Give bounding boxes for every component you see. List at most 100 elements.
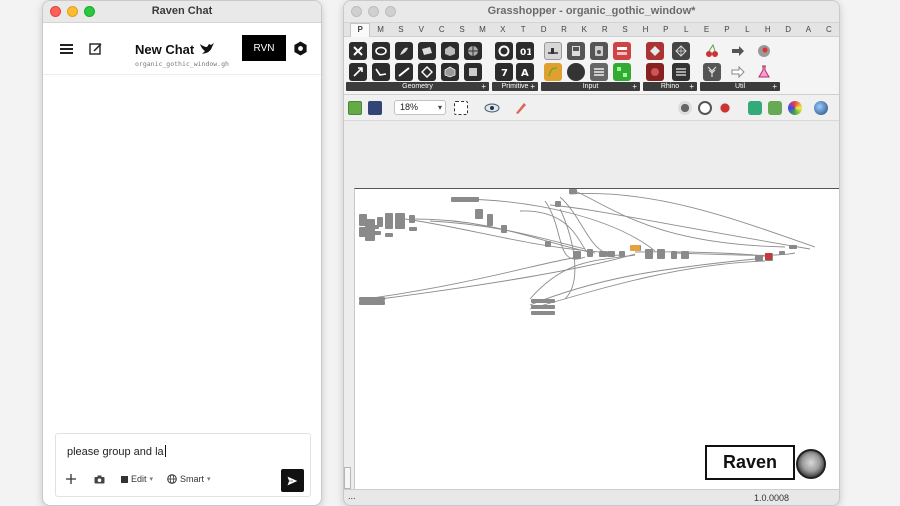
line-icon[interactable] bbox=[395, 63, 413, 81]
menu-icon[interactable] bbox=[60, 44, 73, 54]
boolean-icon[interactable] bbox=[495, 42, 513, 60]
box-icon[interactable] bbox=[441, 63, 459, 81]
toggle-icon[interactable] bbox=[590, 42, 608, 60]
gh-component-node[interactable] bbox=[657, 249, 665, 259]
gh-component-node[interactable] bbox=[385, 233, 393, 237]
curve-icon[interactable] bbox=[372, 63, 390, 81]
gh-component-node[interactable] bbox=[671, 251, 677, 259]
gh-component-node[interactable] bbox=[545, 241, 551, 247]
tab-14[interactable]: H bbox=[635, 25, 655, 34]
tab-3[interactable]: V bbox=[411, 25, 431, 34]
flask-icon[interactable] bbox=[755, 63, 773, 81]
tab-9[interactable]: D bbox=[533, 25, 553, 34]
ribbon-label-input[interactable]: Input + bbox=[541, 82, 640, 91]
arrow-hollow-icon[interactable] bbox=[729, 63, 747, 81]
tab-1[interactable]: M bbox=[370, 25, 390, 34]
rhino-layer-icon[interactable] bbox=[672, 63, 690, 81]
gh-component-node[interactable] bbox=[365, 219, 375, 241]
tab-10[interactable]: R bbox=[554, 25, 574, 34]
gh-component-node[interactable] bbox=[789, 245, 797, 249]
gh-component-node[interactable] bbox=[501, 225, 507, 233]
rhino-object-icon[interactable] bbox=[646, 63, 664, 81]
preview-selected-icon[interactable] bbox=[748, 101, 762, 115]
gh-component-node[interactable] bbox=[487, 214, 493, 226]
preview-color-icon[interactable] bbox=[788, 101, 802, 115]
compose-icon[interactable] bbox=[89, 42, 103, 56]
tab-0[interactable]: P bbox=[350, 22, 371, 37]
ribbon-label-geometry[interactable]: Geometry + bbox=[346, 82, 489, 91]
gh-component-node[interactable] bbox=[475, 209, 483, 219]
gh-component-node[interactable] bbox=[369, 225, 379, 229]
cherry-icon[interactable] bbox=[703, 42, 721, 60]
tab-15[interactable]: P bbox=[656, 25, 676, 34]
gh-component-node[interactable] bbox=[587, 249, 593, 257]
tab-21[interactable]: D bbox=[778, 25, 798, 34]
render-icon[interactable] bbox=[814, 101, 828, 115]
graph-mapper-icon[interactable] bbox=[544, 63, 562, 81]
geometry-icon[interactable] bbox=[464, 63, 482, 81]
rhino-pick-icon[interactable] bbox=[646, 42, 664, 60]
tab-16[interactable]: L bbox=[676, 25, 696, 34]
tab-18[interactable]: P bbox=[717, 25, 737, 34]
gh-component-node[interactable] bbox=[451, 197, 479, 202]
tab-23[interactable]: C bbox=[819, 25, 839, 34]
x-icon[interactable] bbox=[349, 42, 367, 60]
gh-component-node[interactable] bbox=[531, 305, 555, 309]
gh-component-node[interactable] bbox=[645, 249, 653, 259]
save-icon[interactable] bbox=[368, 101, 382, 115]
gh-component-node[interactable] bbox=[395, 213, 405, 229]
arrow-right-icon[interactable] bbox=[729, 42, 747, 60]
tab-22[interactable]: A bbox=[798, 25, 818, 34]
tab-2[interactable]: S bbox=[391, 25, 411, 34]
gh-component-node[interactable] bbox=[531, 311, 555, 315]
vector-icon[interactable] bbox=[349, 63, 367, 81]
brep-icon[interactable] bbox=[441, 42, 459, 60]
panel-icon[interactable] bbox=[567, 42, 585, 60]
gh-component-node[interactable] bbox=[359, 301, 385, 305]
tree-icon[interactable] bbox=[703, 63, 721, 81]
vertical-scrollbar[interactable] bbox=[344, 467, 351, 489]
gh-component-node-selected[interactable] bbox=[630, 245, 640, 251]
gh-component-node[interactable] bbox=[755, 255, 763, 261]
send-button[interactable] bbox=[281, 469, 304, 492]
eye-icon[interactable] bbox=[484, 101, 500, 115]
open-file-icon[interactable] bbox=[348, 101, 362, 115]
tab-11[interactable]: K bbox=[574, 25, 594, 34]
tab-17[interactable]: E bbox=[696, 25, 716, 34]
circle-icon[interactable] bbox=[372, 42, 390, 60]
button-icon[interactable] bbox=[567, 63, 585, 81]
tab-8[interactable]: T bbox=[513, 25, 533, 34]
rhino-mesh-icon[interactable] bbox=[672, 42, 690, 60]
gh-component-node[interactable] bbox=[409, 227, 417, 231]
preview-shaded-icon[interactable] bbox=[718, 101, 732, 115]
sketch-icon[interactable] bbox=[514, 101, 528, 115]
tab-6[interactable]: M bbox=[472, 25, 492, 34]
zoom-extents-icon[interactable] bbox=[454, 101, 468, 115]
text-icon[interactable]: A bbox=[516, 63, 534, 81]
plus-icon[interactable] bbox=[66, 474, 76, 484]
grid-icon[interactable] bbox=[613, 63, 631, 81]
settings-icon[interactable] bbox=[293, 41, 308, 56]
gh-component-node[interactable] bbox=[599, 251, 607, 257]
zoom-select[interactable]: 18% bbox=[394, 100, 446, 115]
model-mode-button[interactable]: Smart ▾ bbox=[167, 474, 211, 484]
ribbon-label-rhino[interactable]: Rhino + bbox=[643, 82, 697, 91]
gh-component-node[interactable] bbox=[531, 299, 555, 303]
plane-icon[interactable] bbox=[418, 42, 436, 60]
chat-input-box[interactable]: please group and la Edit ▾ Smart ▾ bbox=[55, 433, 311, 497]
mesh-icon[interactable] bbox=[464, 42, 482, 60]
tab-19[interactable]: L bbox=[737, 25, 757, 34]
gh-canvas[interactable]: Raven bbox=[344, 125, 839, 491]
camera-icon[interactable] bbox=[94, 475, 105, 484]
number-icon[interactable]: 7 bbox=[495, 63, 513, 81]
tab-7[interactable]: X bbox=[493, 25, 513, 34]
tab-5[interactable]: S bbox=[452, 25, 472, 34]
raven-badge[interactable]: Raven bbox=[705, 445, 795, 480]
gh-component-node[interactable] bbox=[569, 189, 577, 194]
list-icon[interactable] bbox=[590, 63, 608, 81]
gh-component-node[interactable] bbox=[555, 201, 561, 207]
preview-mesh-icon[interactable] bbox=[768, 101, 782, 115]
gh-component-node[interactable] bbox=[779, 251, 785, 255]
tab-12[interactable]: R bbox=[595, 25, 615, 34]
gh-component-node[interactable] bbox=[409, 215, 415, 223]
